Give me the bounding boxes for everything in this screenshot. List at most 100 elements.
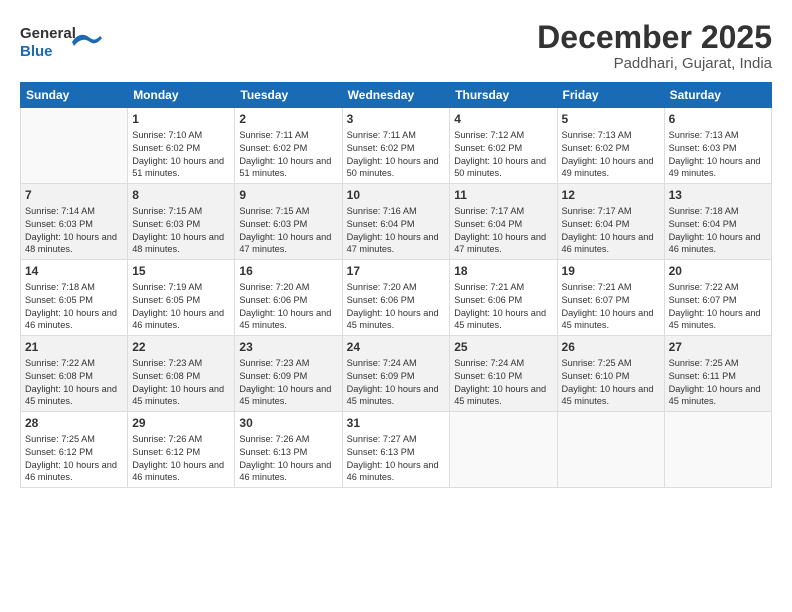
- day-info: Sunrise: 7:11 AM Sunset: 6:02 PM Dayligh…: [239, 129, 337, 180]
- day-info: Sunrise: 7:14 AM Sunset: 6:03 PM Dayligh…: [25, 205, 123, 256]
- calendar-day: 30Sunrise: 7:26 AM Sunset: 6:13 PM Dayli…: [235, 411, 342, 487]
- calendar-day: 28 Sunrise: 7:25 AM Sunset: 6:12 PM Dayli…: [21, 411, 128, 487]
- col-sunday: Sunday: [21, 83, 128, 108]
- calendar-day: 15 Sunrise: 7:19 AM Sunset: 6:05 PM Dayli…: [128, 260, 235, 336]
- logo-svg: General Blue: [20, 20, 110, 65]
- col-wednesday: Wednesday: [342, 83, 450, 108]
- calendar-day: 24Sunrise: 7:24 AM Sunset: 6:09 PM Dayli…: [342, 336, 450, 412]
- day-number: 22: [132, 339, 230, 355]
- calendar-day: 3Sunrise: 7:11 AM Sunset: 6:02 PM Daylig…: [342, 108, 450, 184]
- day-info: Sunrise: 7:27 AM Sunset: 6:13 PM Dayligh…: [347, 433, 446, 484]
- location: Paddhari, Gujarat, India: [537, 55, 772, 72]
- day-info: Sunrise: 7:22 AM Sunset: 6:07 PM Dayligh…: [669, 281, 767, 332]
- calendar-day: 21 Sunrise: 7:22 AM Sunset: 6:08 PM Dayli…: [21, 336, 128, 412]
- day-info: Sunrise: 7:23 AM Sunset: 6:08 PM Dayligh…: [132, 357, 230, 408]
- calendar-day: [450, 411, 557, 487]
- day-number: 18: [454, 263, 552, 279]
- calendar-day: 18 Sunrise: 7:21 AM Sunset: 6:06 PM Dayli…: [450, 260, 557, 336]
- logo: General Blue: [20, 20, 110, 70]
- calendar-day: 8 Sunrise: 7:15 AM Sunset: 6:03 PM Daylig…: [128, 184, 235, 260]
- day-info: Sunrise: 7:22 AM Sunset: 6:08 PM Dayligh…: [25, 357, 123, 408]
- calendar-day: 25Sunrise: 7:24 AM Sunset: 6:10 PM Dayli…: [450, 336, 557, 412]
- calendar-week-4: 21 Sunrise: 7:22 AM Sunset: 6:08 PM Dayli…: [21, 336, 772, 412]
- day-info: Sunrise: 7:25 AM Sunset: 6:11 PM Dayligh…: [669, 357, 767, 408]
- day-number: 9: [239, 187, 337, 203]
- calendar-week-5: 28 Sunrise: 7:25 AM Sunset: 6:12 PM Dayli…: [21, 411, 772, 487]
- calendar-week-3: 14 Sunrise: 7:18 AM Sunset: 6:05 PM Dayli…: [21, 260, 772, 336]
- col-friday: Friday: [557, 83, 664, 108]
- day-number: 12: [562, 187, 660, 203]
- day-info: Sunrise: 7:12 AM Sunset: 6:02 PM Dayligh…: [454, 129, 552, 180]
- day-info: Sunrise: 7:15 AM Sunset: 6:03 PM Dayligh…: [239, 205, 337, 256]
- calendar-day: 4 Sunrise: 7:12 AM Sunset: 6:02 PM Daylig…: [450, 108, 557, 184]
- day-info: Sunrise: 7:15 AM Sunset: 6:03 PM Dayligh…: [132, 205, 230, 256]
- day-info: Sunrise: 7:17 AM Sunset: 6:04 PM Dayligh…: [454, 205, 552, 256]
- header: General Blue December 2025 Paddhari, Guj…: [20, 20, 772, 72]
- day-info: Sunrise: 7:21 AM Sunset: 6:07 PM Dayligh…: [562, 281, 660, 332]
- month-title: December 2025: [537, 20, 772, 55]
- day-info: Sunrise: 7:16 AM Sunset: 6:04 PM Dayligh…: [347, 205, 446, 256]
- col-saturday: Saturday: [664, 83, 771, 108]
- day-info: Sunrise: 7:25 AM Sunset: 6:12 PM Dayligh…: [25, 433, 123, 484]
- calendar-day: 31 Sunrise: 7:27 AM Sunset: 6:13 PM Dayli…: [342, 411, 450, 487]
- day-info: Sunrise: 7:10 AM Sunset: 6:02 PM Dayligh…: [132, 129, 230, 180]
- title-block: December 2025 Paddhari, Gujarat, India: [537, 20, 772, 72]
- day-number: 15: [132, 263, 230, 279]
- calendar-day: 20 Sunrise: 7:22 AM Sunset: 6:07 PM Dayli…: [664, 260, 771, 336]
- day-info: Sunrise: 7:20 AM Sunset: 6:06 PM Dayligh…: [239, 281, 337, 332]
- day-number: 27: [669, 339, 767, 355]
- calendar-day: 5Sunrise: 7:13 AM Sunset: 6:02 PM Daylig…: [557, 108, 664, 184]
- calendar-day: 14 Sunrise: 7:18 AM Sunset: 6:05 PM Dayli…: [21, 260, 128, 336]
- day-info: Sunrise: 7:18 AM Sunset: 6:05 PM Dayligh…: [25, 281, 123, 332]
- day-number: 8: [132, 187, 230, 203]
- calendar-header-row: Sunday Monday Tuesday Wednesday Thursday…: [21, 83, 772, 108]
- calendar-day: 11 Sunrise: 7:17 AM Sunset: 6:04 PM Dayli…: [450, 184, 557, 260]
- col-thursday: Thursday: [450, 83, 557, 108]
- calendar-day: 13Sunrise: 7:18 AM Sunset: 6:04 PM Dayli…: [664, 184, 771, 260]
- day-info: Sunrise: 7:24 AM Sunset: 6:10 PM Dayligh…: [454, 357, 552, 408]
- calendar-day: 23Sunrise: 7:23 AM Sunset: 6:09 PM Dayli…: [235, 336, 342, 412]
- day-info: Sunrise: 7:23 AM Sunset: 6:09 PM Dayligh…: [239, 357, 337, 408]
- day-info: Sunrise: 7:25 AM Sunset: 6:10 PM Dayligh…: [562, 357, 660, 408]
- day-number: 28: [25, 415, 123, 431]
- day-number: 17: [347, 263, 446, 279]
- day-number: 5: [562, 111, 660, 127]
- calendar-day: 10 Sunrise: 7:16 AM Sunset: 6:04 PM Dayli…: [342, 184, 450, 260]
- day-info: Sunrise: 7:21 AM Sunset: 6:06 PM Dayligh…: [454, 281, 552, 332]
- calendar-day: 19Sunrise: 7:21 AM Sunset: 6:07 PM Dayli…: [557, 260, 664, 336]
- day-number: 11: [454, 187, 552, 203]
- calendar-week-1: 1Sunrise: 7:10 AM Sunset: 6:02 PM Daylig…: [21, 108, 772, 184]
- day-info: Sunrise: 7:11 AM Sunset: 6:02 PM Dayligh…: [347, 129, 446, 180]
- calendar-week-2: 7 Sunrise: 7:14 AM Sunset: 6:03 PM Daylig…: [21, 184, 772, 260]
- calendar-day: 6Sunrise: 7:13 AM Sunset: 6:03 PM Daylig…: [664, 108, 771, 184]
- svg-text:Blue: Blue: [20, 43, 53, 60]
- col-monday: Monday: [128, 83, 235, 108]
- day-info: Sunrise: 7:19 AM Sunset: 6:05 PM Dayligh…: [132, 281, 230, 332]
- day-number: 26: [562, 339, 660, 355]
- calendar-day: 7 Sunrise: 7:14 AM Sunset: 6:03 PM Daylig…: [21, 184, 128, 260]
- day-number: 2: [239, 111, 337, 127]
- day-number: 10: [347, 187, 446, 203]
- calendar-day: [557, 411, 664, 487]
- day-number: 21: [25, 339, 123, 355]
- day-number: 20: [669, 263, 767, 279]
- col-tuesday: Tuesday: [235, 83, 342, 108]
- day-number: 7: [25, 187, 123, 203]
- calendar-day: 29Sunrise: 7:26 AM Sunset: 6:12 PM Dayli…: [128, 411, 235, 487]
- calendar-day: 27 Sunrise: 7:25 AM Sunset: 6:11 PM Dayli…: [664, 336, 771, 412]
- day-number: 31: [347, 415, 446, 431]
- day-number: 4: [454, 111, 552, 127]
- day-info: Sunrise: 7:20 AM Sunset: 6:06 PM Dayligh…: [347, 281, 446, 332]
- calendar-day: [664, 411, 771, 487]
- calendar-day: 22 Sunrise: 7:23 AM Sunset: 6:08 PM Dayli…: [128, 336, 235, 412]
- day-number: 30: [239, 415, 337, 431]
- calendar-table: Sunday Monday Tuesday Wednesday Thursday…: [20, 82, 772, 488]
- calendar-day: [21, 108, 128, 184]
- day-number: 14: [25, 263, 123, 279]
- day-number: 29: [132, 415, 230, 431]
- page: General Blue December 2025 Paddhari, Guj…: [0, 0, 792, 612]
- calendar-day: 1Sunrise: 7:10 AM Sunset: 6:02 PM Daylig…: [128, 108, 235, 184]
- day-number: 6: [669, 111, 767, 127]
- calendar-day: 17 Sunrise: 7:20 AM Sunset: 6:06 PM Dayli…: [342, 260, 450, 336]
- day-number: 24: [347, 339, 446, 355]
